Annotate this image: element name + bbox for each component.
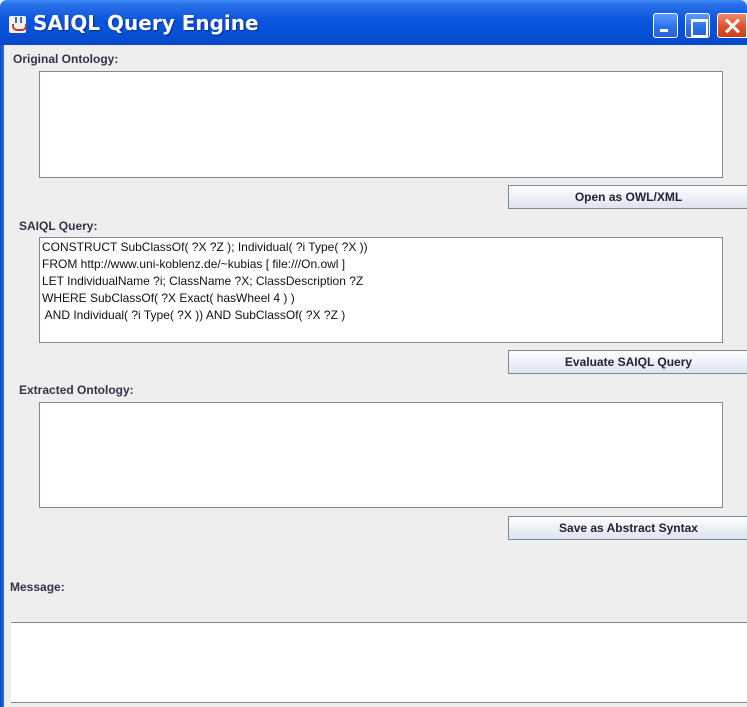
- window-frame-left: [0, 45, 4, 707]
- query-line: AND Individual( ?i Type( ?X )) AND SubCl…: [42, 308, 346, 322]
- save-abstract-syntax-button[interactable]: Save as Abstract Syntax: [508, 516, 747, 540]
- saiql-query-textarea[interactable]: CONSTRUCT SubClassOf( ?X ?Z ); Individua…: [39, 237, 723, 343]
- query-line: FROM http://www.uni-koblenz.de/~kubias […: [42, 257, 346, 271]
- window-title: SAIQL Query Engine: [33, 11, 259, 35]
- main-window: SAIQL Query Engine Original Ontology: Op…: [0, 0, 747, 707]
- query-line: WHERE SubClassOf( ?X Exact( hasWheel 4 )…: [42, 291, 295, 305]
- message-label: Message:: [10, 580, 65, 594]
- original-ontology-textarea[interactable]: [39, 71, 723, 178]
- original-ontology-label: Original Ontology:: [13, 52, 119, 66]
- extracted-ontology-label: Extracted Ontology:: [19, 383, 134, 397]
- evaluate-saiql-query-button[interactable]: Evaluate SAIQL Query: [508, 350, 747, 374]
- title-bar[interactable]: SAIQL Query Engine: [0, 0, 747, 45]
- extracted-ontology-textarea[interactable]: [39, 402, 723, 508]
- query-text: CONSTRUCT SubClassOf( ?X ?Z ); Individua…: [42, 239, 368, 324]
- minimize-button[interactable]: [653, 13, 678, 38]
- query-line: LET IndividualName ?i; ClassName ?X; Cla…: [42, 274, 364, 288]
- message-textarea[interactable]: [11, 622, 747, 703]
- query-line: CONSTRUCT SubClassOf( ?X ?Z ); Individua…: [42, 240, 368, 254]
- close-button[interactable]: [717, 13, 747, 38]
- maximize-button[interactable]: [685, 13, 710, 38]
- open-owl-xml-button[interactable]: Open as OWL/XML: [508, 185, 747, 209]
- saiql-query-label: SAIQL Query:: [19, 219, 98, 233]
- java-icon[interactable]: [9, 16, 27, 33]
